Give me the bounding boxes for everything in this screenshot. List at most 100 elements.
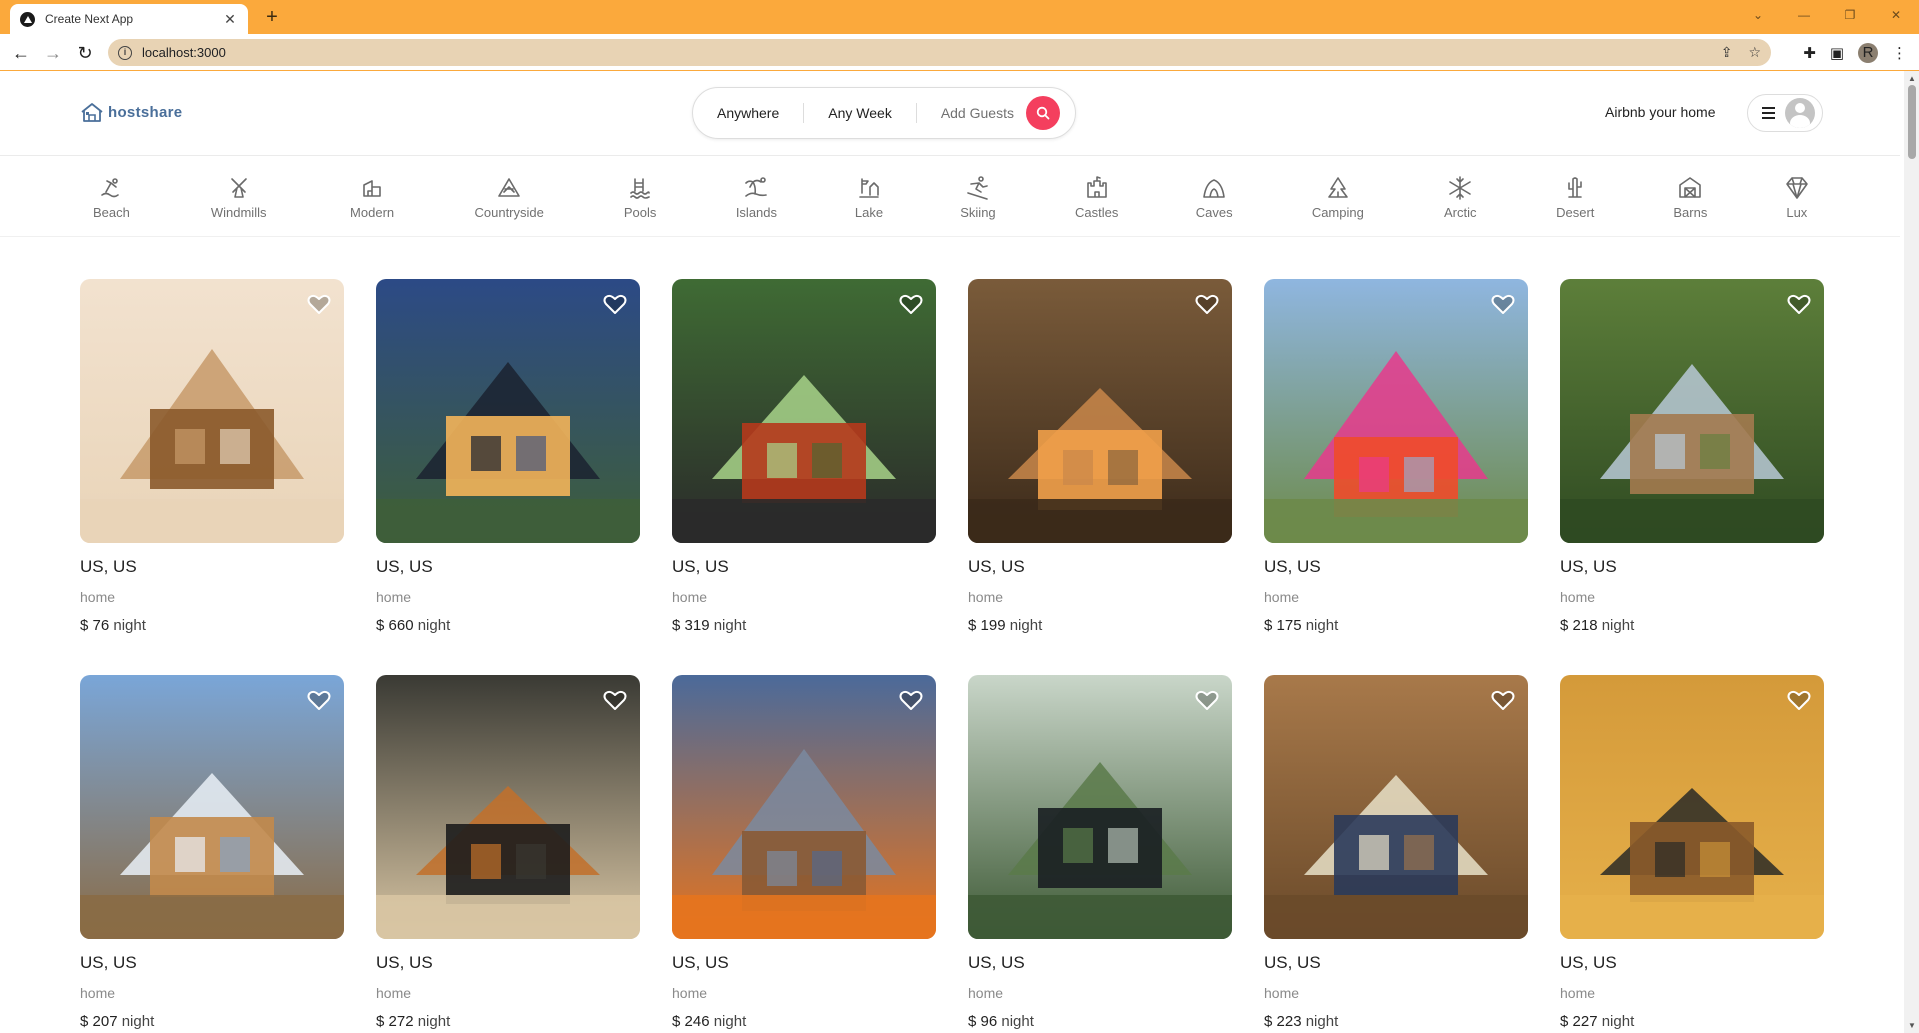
category-barns[interactable]: Barns [1640,157,1740,220]
listing-photo-frame[interactable] [1264,675,1528,939]
minimize-button[interactable]: — [1781,0,1827,30]
listing-photo[interactable] [968,675,1232,939]
browser-menu-icon[interactable]: ⋮ [1892,44,1907,62]
listing-card[interactable]: US, US home $ 207 night [80,675,344,1030]
listing-photo-frame[interactable] [376,675,640,939]
listing-card[interactable]: US, US home $ 96 night [968,675,1232,1030]
category-castles[interactable]: Castles [1047,157,1147,220]
scrollbar-thumb[interactable] [1908,85,1916,159]
heart-icon[interactable] [1194,687,1220,713]
extensions-puzzle-icon[interactable]: ✚ [1803,44,1816,62]
heart-icon[interactable] [898,291,924,317]
profile-avatar[interactable]: R [1858,42,1878,63]
listing-card[interactable]: US, US home $ 660 night [376,279,640,634]
search-any-week[interactable]: Any Week [804,103,917,123]
listing-photo-frame[interactable] [968,675,1232,939]
listing-location: US, US [1264,953,1321,972]
reload-icon[interactable]: ↻ [72,40,98,66]
listing-card[interactable]: US, US home $ 199 night [968,279,1232,634]
listing-photo-frame[interactable] [1264,279,1528,543]
listing-card[interactable]: US, US home $ 227 night [1560,675,1824,1030]
browser-tab[interactable]: Create Next App ✕ [10,4,248,34]
page-scrollbar[interactable]: ▲ ▼ [1904,71,1919,1033]
bookmark-star-icon[interactable]: ☆ [1748,44,1761,61]
listing-card[interactable]: US, US home $ 246 night [672,675,936,1030]
listing-photo[interactable] [1264,675,1528,939]
address-bar[interactable]: i localhost:3000 ⇪ ☆ [108,39,1771,66]
listing-photo-frame[interactable] [376,279,640,543]
listing-photo[interactable] [672,279,936,543]
new-tab-button[interactable]: + [260,6,284,30]
category-caves[interactable]: Caves [1164,157,1264,220]
listing-photo-frame[interactable] [1560,279,1824,543]
listing-card[interactable]: US, US home $ 76 night [80,279,344,634]
listing-card[interactable]: US, US home $ 218 night [1560,279,1824,634]
category-camping[interactable]: Camping [1288,157,1388,220]
tab-search-icon[interactable]: ⌄ [1735,0,1781,30]
listing-location: US, US [80,557,137,576]
category-desert[interactable]: Desert [1525,157,1625,220]
site-info-icon[interactable]: i [118,45,132,60]
heart-icon[interactable] [1490,291,1516,317]
listing-photo-frame[interactable] [672,279,936,543]
listing-card[interactable]: US, US home $ 175 night [1264,279,1528,634]
forward-icon[interactable]: → [40,40,66,66]
listing-photo[interactable] [376,279,640,543]
heart-icon[interactable] [898,687,924,713]
category-skiing[interactable]: Skiing [928,157,1028,220]
listing-card[interactable]: US, US home $ 223 night [1264,675,1528,1030]
scroll-up-icon[interactable]: ▲ [1908,74,1916,83]
price-unit: night [417,1013,451,1030]
listing-type: home [1560,985,1596,1001]
listing-photo-frame[interactable] [80,279,344,543]
listing-photo[interactable] [80,279,344,543]
category-modern[interactable]: Modern [322,157,422,220]
listing-photo[interactable] [80,675,344,939]
category-lux[interactable]: Lux [1747,157,1847,220]
heart-icon[interactable] [1490,687,1516,713]
listing-photo-frame[interactable] [80,675,344,939]
search-bar[interactable]: Anywhere Any Week Add Guests [692,87,1076,139]
listing-photo-frame[interactable] [1560,675,1824,939]
category-pools[interactable]: Pools [590,157,690,220]
search-add-guests[interactable]: Add Guests [917,103,1026,123]
heart-icon[interactable] [306,687,332,713]
listing-card[interactable]: US, US home $ 272 night [376,675,640,1030]
side-panel-icon[interactable]: ▣ [1830,44,1844,62]
scroll-down-icon[interactable]: ▼ [1908,1021,1916,1030]
heart-icon[interactable] [602,687,628,713]
listing-photo-frame[interactable] [968,279,1232,543]
category-lake[interactable]: Lake [819,157,919,220]
search-button[interactable] [1025,96,1060,130]
share-icon[interactable]: ⇪ [1721,44,1733,61]
heart-icon[interactable] [602,291,628,317]
restore-button[interactable]: ❐ [1827,0,1873,30]
listing-photo[interactable] [1560,675,1824,939]
listing-location: US, US [968,557,1025,576]
category-windmills[interactable]: Windmills [189,157,289,220]
close-window-button[interactable]: ✕ [1873,0,1919,30]
user-menu-button[interactable] [1747,94,1823,132]
listing-photo[interactable] [968,279,1232,543]
listing-photo[interactable] [376,675,640,939]
listing-card[interactable]: US, US home $ 319 night [672,279,936,634]
category-countryside[interactable]: Countryside [459,157,559,220]
back-icon[interactable]: ← [8,40,34,66]
host-your-home-link[interactable]: Airbnb your home [1605,104,1716,120]
close-tab-icon[interactable]: ✕ [222,11,238,27]
category-beach[interactable]: Beach [61,157,161,220]
heart-icon[interactable] [1194,291,1220,317]
listing-photo[interactable] [1264,279,1528,543]
url-text: localhost:3000 [142,45,226,60]
heart-icon[interactable] [1786,291,1812,317]
heart-icon[interactable] [306,291,332,317]
listing-photo[interactable] [1560,279,1824,543]
category-islands[interactable]: Islands [706,157,806,220]
listing-price: $ 96 night [968,1013,1232,1030]
search-anywhere[interactable]: Anywhere [693,103,805,123]
category-arctic[interactable]: Arctic [1410,157,1510,220]
logo[interactable]: hostshare [80,101,182,123]
heart-icon[interactable] [1786,687,1812,713]
listing-photo-frame[interactable] [672,675,936,939]
listing-photo[interactable] [672,675,936,939]
